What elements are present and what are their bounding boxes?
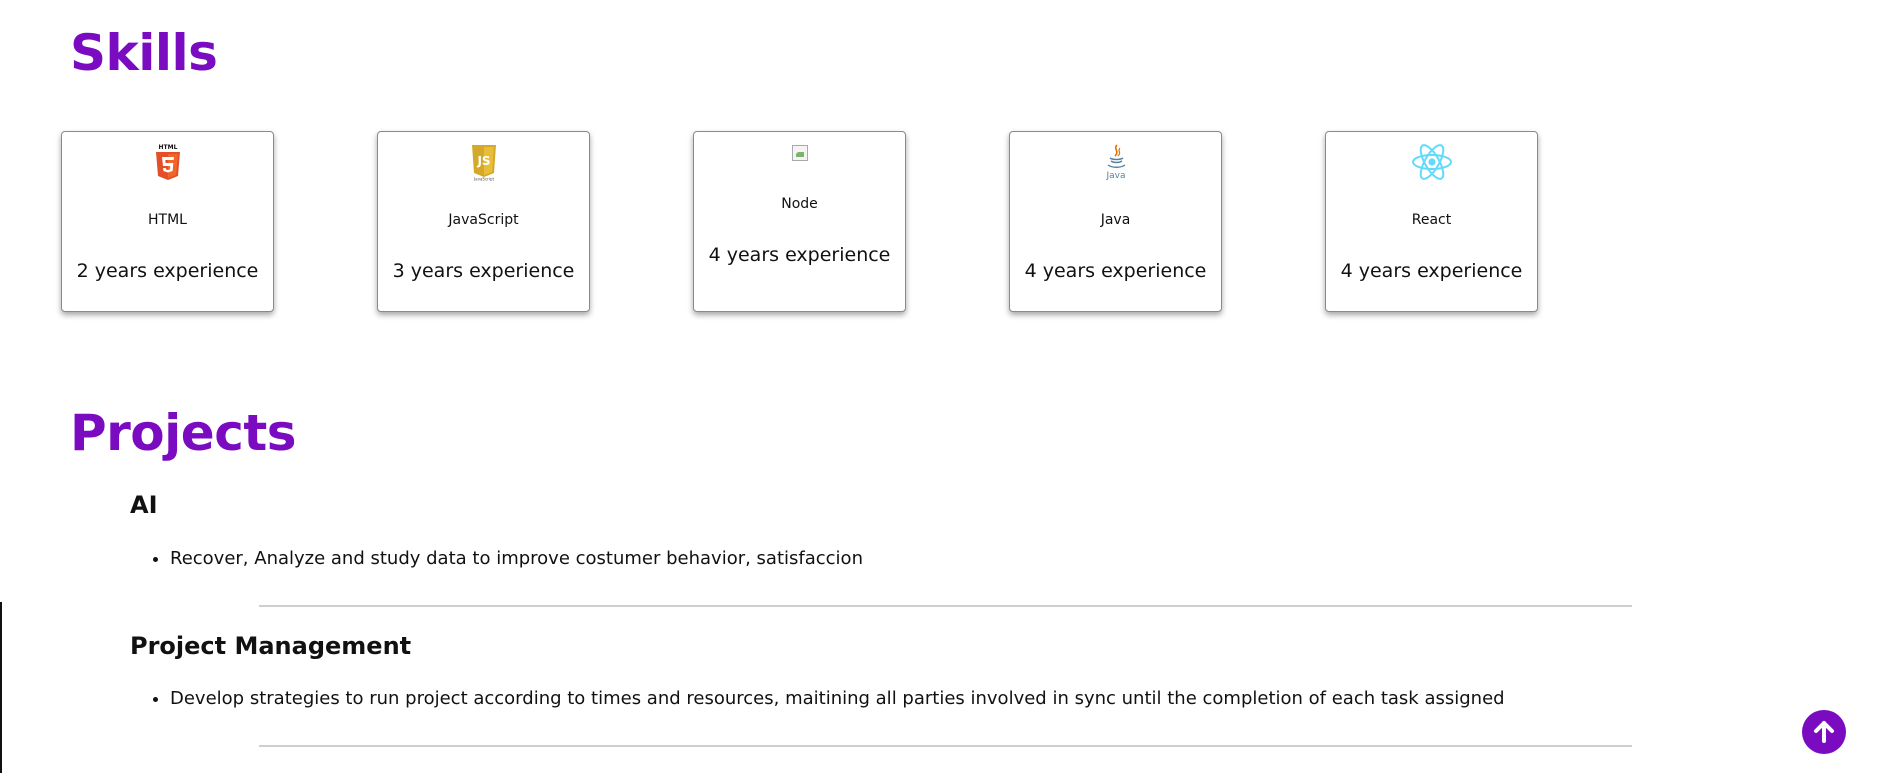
broken-image-icon xyxy=(791,145,808,161)
svg-text:HTML: HTML xyxy=(158,144,177,151)
skill-name: Java xyxy=(1100,212,1131,228)
svg-text:JavaScript: JavaScript xyxy=(472,177,493,182)
svg-text:JS: JS xyxy=(476,154,490,168)
scroll-to-top-button[interactable] xyxy=(1802,710,1846,754)
skill-name: HTML xyxy=(148,212,187,228)
project-divider xyxy=(259,745,1632,747)
skill-card-node: Node 4 years experience xyxy=(693,131,906,312)
skill-card-javascript: JS JavaScript JavaScript 3 years experie… xyxy=(377,131,590,312)
javascript-icon: JS JavaScript xyxy=(378,142,589,182)
project-title-management: Project Management xyxy=(130,632,412,660)
project-title-ai: AI xyxy=(130,491,158,519)
skill-experience: 4 years experience xyxy=(1340,260,1523,282)
projects-heading: Projects xyxy=(70,404,297,462)
skill-card-html: HTML HTML 2 years experience xyxy=(61,131,274,312)
skill-experience: 2 years experience xyxy=(76,260,259,282)
project-management-bullets: Develop strategies to run project accord… xyxy=(150,687,1505,711)
skill-name: JavaScript xyxy=(448,212,519,228)
skill-experience: 4 years experience xyxy=(1024,260,1207,282)
skills-heading: Skills xyxy=(70,24,218,82)
list-item: Develop strategies to run project accord… xyxy=(170,687,1505,711)
skill-experience: 3 years experience xyxy=(392,260,575,282)
react-icon xyxy=(1326,142,1537,182)
left-edge-line xyxy=(0,602,2,773)
list-item: Recover, Analyze and study data to impro… xyxy=(170,547,863,571)
java-icon: Java xyxy=(1010,142,1221,182)
skill-name: React xyxy=(1411,212,1452,228)
skill-card-react: React 4 years experience xyxy=(1325,131,1538,312)
arrow-up-icon xyxy=(1814,721,1834,743)
page: Skills HTML HTML 2 years experience JS J… xyxy=(0,0,1903,773)
html5-icon: HTML xyxy=(62,142,273,182)
svg-text:Java: Java xyxy=(1105,171,1125,181)
skill-experience: 4 years experience xyxy=(708,244,891,266)
skill-name: Node xyxy=(781,196,818,212)
skill-card-java: Java Java 4 years experience xyxy=(1009,131,1222,312)
project-ai-bullets: Recover, Analyze and study data to impro… xyxy=(150,547,863,571)
project-divider xyxy=(259,605,1632,607)
